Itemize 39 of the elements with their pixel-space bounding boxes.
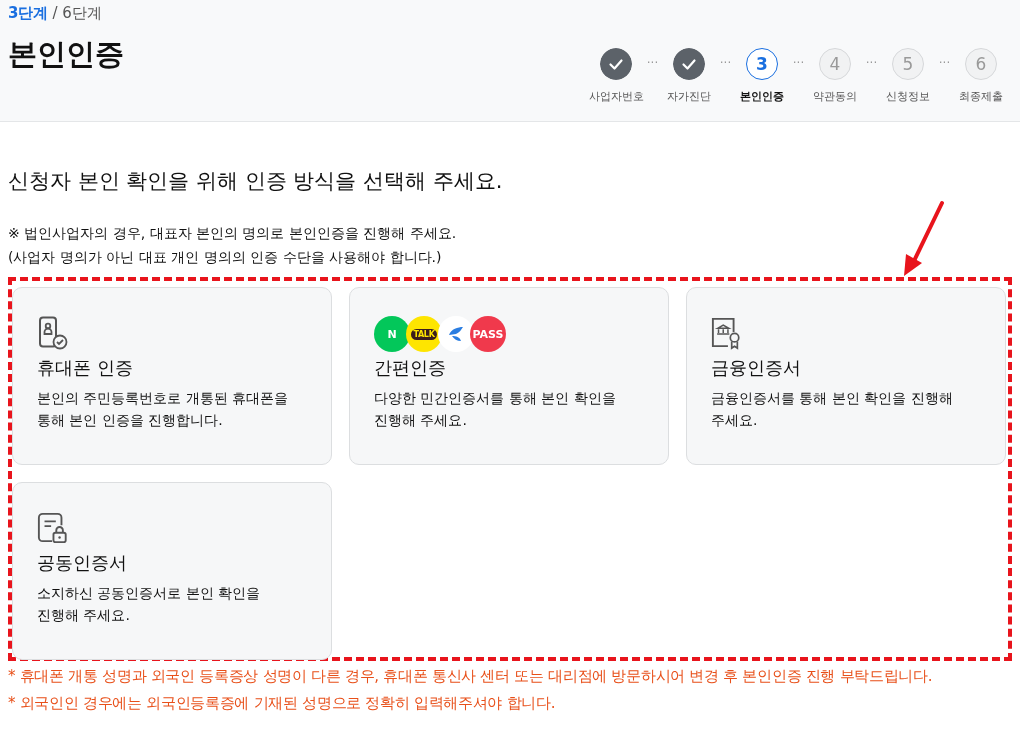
step-connector: ··· xyxy=(791,56,806,70)
card-title: 공동인증서 xyxy=(37,551,128,575)
auth-method-card[interactable]: N TALK PASS 간편인증 다양한 민간인증서를 통해 본인 확인을 진행해 주세요. xyxy=(349,287,669,465)
card-title: 간편인증 xyxy=(374,356,447,380)
warning-text: * 외국인인 경우에는 외국인등록증에 기재된 성명으로 정확히 입력해주셔야 합니다. xyxy=(8,693,557,714)
warning-text: * 휴대폰 개통 성명과 외국인 등록증상 성명이 다른 경우, 휴대폰 통신사 센터 또는 대리점에 방문하시어 변경 후 본인인증 진행 부탁드립니다. xyxy=(8,666,934,687)
step-label: 최종제출 xyxy=(959,89,1003,104)
card-description: 다양한 민간인증서를 통해 본인 확인을 진행해 주세요. xyxy=(374,389,617,430)
step-number: 6 xyxy=(965,48,997,80)
bank-certificate-icon xyxy=(711,316,743,350)
step-label: 사업자번호 xyxy=(588,89,644,104)
card-description: 소지하신 공동인증서로 본인 확인을 진행해 주세요. xyxy=(37,584,262,625)
step-label: 신청정보 xyxy=(886,89,930,104)
auth-method-card[interactable]: 휴대폰 인증 본인의 주민등록번호로 개통된 휴대폰을 통해 본인 인증을 진행합니다. xyxy=(12,287,332,465)
step-label: 자가진단 xyxy=(667,89,711,104)
step-number: 3 xyxy=(746,48,778,80)
step-connector: ··· xyxy=(718,56,733,70)
note-text: (사업자 명의가 아닌 대표 개인 명의의 인증 수단을 사용해야 합니다.) xyxy=(8,248,443,267)
card-title: 금융인증서 xyxy=(711,356,802,380)
step-label: 약관동의 xyxy=(813,89,857,104)
provider-logos: N TALK PASS xyxy=(374,316,644,352)
step-number: 5 xyxy=(892,48,924,80)
step-connector: ··· xyxy=(645,56,660,70)
card-title: 휴대폰 인증 xyxy=(37,356,134,380)
step-label: 본인인증 xyxy=(740,89,784,104)
phone-person-icon xyxy=(37,316,69,350)
card-description: 금융인증서를 통해 본인 확인을 진행해 주세요. xyxy=(711,389,954,430)
instruction-heading: 신청자 본인 확인을 위해 인증 방식을 선택해 주세요. xyxy=(8,168,504,195)
auth-method-card[interactable]: 공동인증서 소지하신 공동인증서로 본인 확인을 진행해 주세요. xyxy=(12,482,332,660)
current-step-text: 3단계 xyxy=(8,4,49,23)
document-lock-icon xyxy=(37,511,69,545)
step-number: 4 xyxy=(819,48,851,80)
total-steps-text: / 6단계 xyxy=(52,4,102,23)
step-connector: ··· xyxy=(937,56,952,70)
auth-method-card[interactable]: 금융인증서 금융인증서를 통해 본인 확인을 진행해 주세요. xyxy=(686,287,1006,465)
note-text: ※ 법인사업자의 경우, 대표자 본인의 명의로 본인인증을 진행해 주세요. xyxy=(8,224,458,243)
page-title: 본인인증 xyxy=(8,36,124,73)
card-description: 본인의 주민등록번호로 개통된 휴대폰을 통해 본인 인증을 진행합니다. xyxy=(37,389,290,430)
step-connector: ··· xyxy=(864,56,879,70)
